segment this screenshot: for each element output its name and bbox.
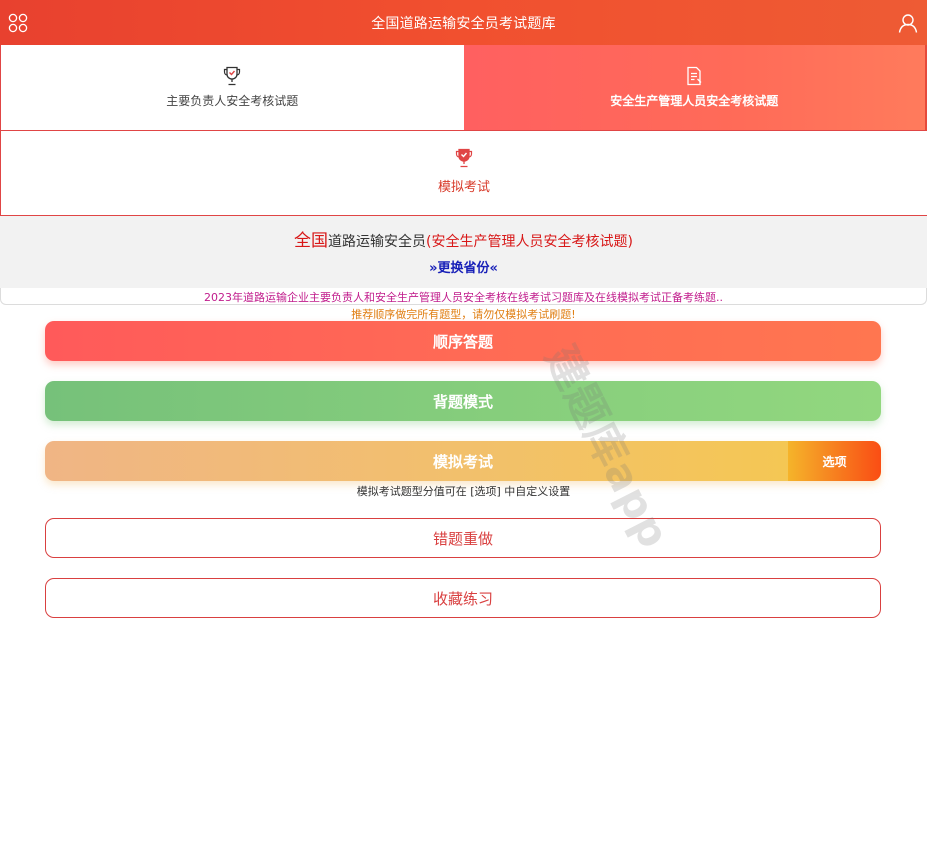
options-button[interactable]: 选项 xyxy=(788,441,881,481)
user-icon[interactable] xyxy=(898,13,918,33)
mock-exam-button[interactable]: 模拟考试 选项 xyxy=(45,441,881,481)
tab-safety-manager[interactable]: 安全生产管理人员安全考核试题 xyxy=(463,45,927,131)
tab-label: 主要负责人安全考核试题 xyxy=(166,94,299,108)
trophy-icon xyxy=(224,66,241,86)
tab-mock-exam[interactable]: 模拟考试 xyxy=(0,131,927,216)
mock-exam-hint: 模拟考试题型分值可在 [选项] 中自定义设置 xyxy=(356,485,571,498)
tab-label: 安全生产管理人员安全考核试题 xyxy=(610,94,779,108)
category-tabs: 主要负责人安全考核试题 安全生产管理人员安全考核试题 xyxy=(0,45,927,131)
mock-exam-label: 模拟考试 xyxy=(432,452,493,471)
subject-heading: 全国道路运输安全员(安全生产管理人员安全考核试题) xyxy=(0,226,927,251)
grid-icon[interactable] xyxy=(8,13,28,33)
trophy-icon xyxy=(455,148,473,167)
region-label: 全国 xyxy=(294,231,329,251)
switch-province-link[interactable]: »更换省份« xyxy=(429,257,498,276)
category-label: (安全生产管理人员安全考核试题) xyxy=(426,234,633,250)
app-header: 全国道路运输安全员考试题库 xyxy=(0,0,927,45)
app-page: 全国道路运输安全员考试题库 主要负责人安全考核试题 安全生产管理人员安全考核试题… xyxy=(0,0,927,855)
page-title: 全国道路运输安全员考试题库 xyxy=(371,15,556,32)
favorites-practice-button[interactable]: 收藏练习 xyxy=(45,578,881,618)
notice-text: 2023年道路运输企业主要负责人和安全生产管理人员安全考核在线考试习题库及在线模… xyxy=(204,291,723,304)
recite-mode-button[interactable]: 背题模式 xyxy=(45,381,881,421)
subject-banner: 全国道路运输安全员(安全生产管理人员安全考核试题) »更换省份« xyxy=(0,216,927,288)
sequence-practice-button[interactable]: 顺序答题 xyxy=(45,321,881,361)
recommend-text: 推荐顺序做完所有题型，请勿仅模拟考试刷题! xyxy=(351,308,576,321)
tab-label: 模拟考试 xyxy=(437,179,490,195)
wrong-questions-button[interactable]: 错题重做 xyxy=(45,518,881,558)
subject-label: 道路运输安全员 xyxy=(328,234,427,250)
tab-principal[interactable]: 主要负责人安全考核试题 xyxy=(0,45,464,131)
document-icon xyxy=(687,66,702,86)
